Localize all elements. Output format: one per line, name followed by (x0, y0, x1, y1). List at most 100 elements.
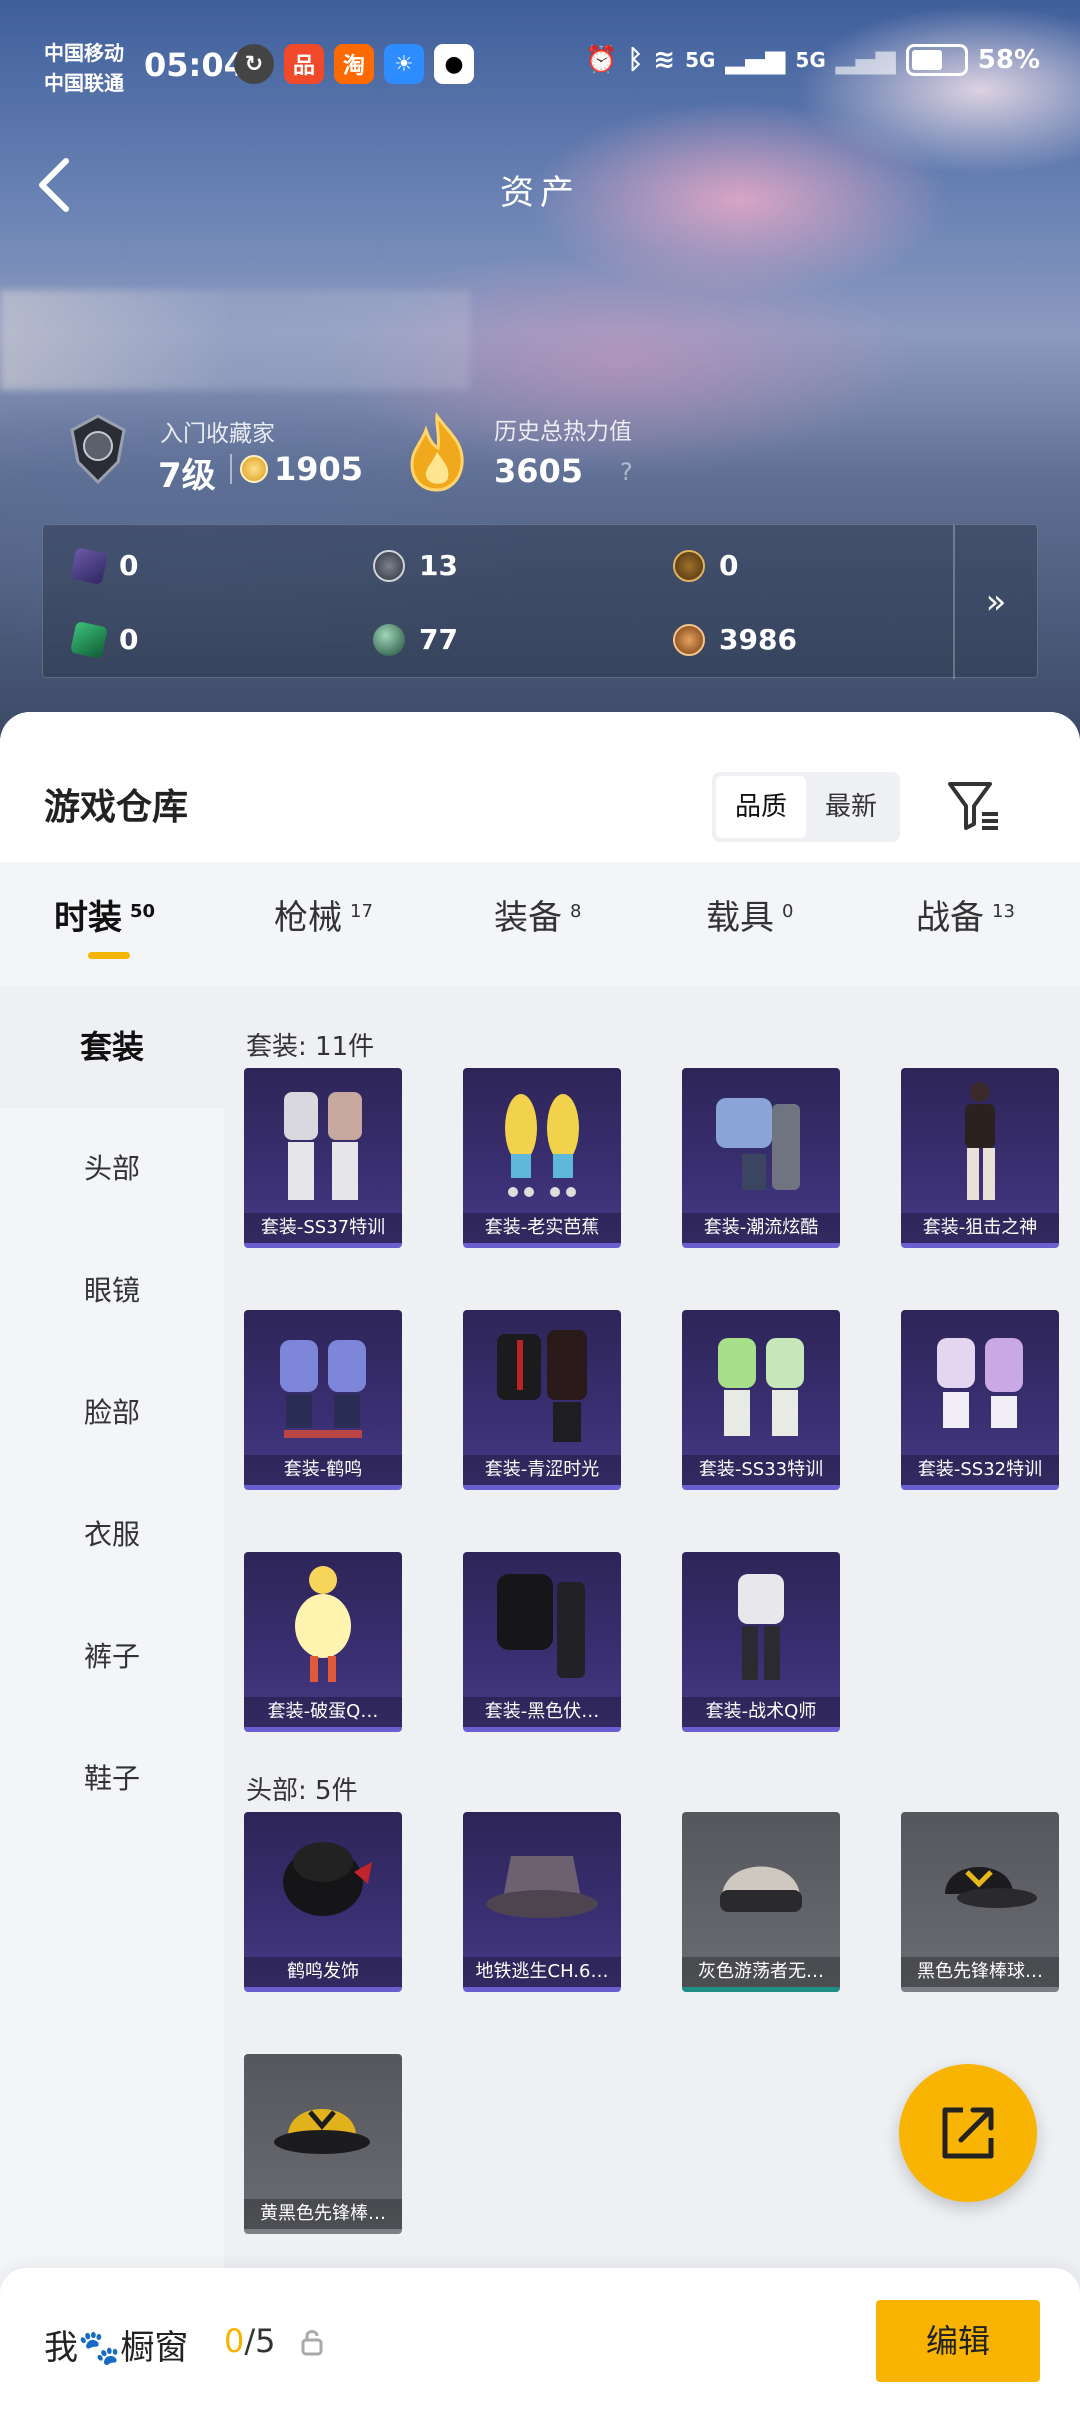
item-name: 灰色游荡者无… (682, 1957, 840, 1987)
rank-level: 7级 (158, 456, 216, 496)
sort-quality-button[interactable]: 品质 (716, 776, 806, 838)
item-card[interactable]: 套装-SS32特训 (901, 1310, 1059, 1490)
item-name: 套装-老实芭蕉 (463, 1213, 621, 1243)
baseball-cap-icon (945, 1867, 1037, 1908)
item-card[interactable]: 套装-狙击之神 (901, 1068, 1059, 1248)
battery-level: 58% (977, 45, 1040, 75)
sidebar-item-head[interactable]: 头部 (0, 1108, 224, 1230)
item-card[interactable]: 黑色先锋棒球… (901, 1812, 1059, 1992)
item-card[interactable]: 套装-老实芭蕉 (463, 1068, 621, 1248)
item-name: 鹤鸣发饰 (244, 1957, 402, 1987)
section-title-suits: 套装: 11件 (246, 1032, 375, 1062)
share-button[interactable] (899, 2064, 1037, 2202)
help-icon[interactable]: ? (620, 458, 633, 486)
bronze-coin-icon (673, 623, 705, 656)
outfit-icon (280, 1340, 366, 1438)
taobao-app-icon: 淘 (334, 44, 374, 84)
currency-value: 13 (419, 549, 458, 582)
outfit-icon (284, 1092, 362, 1200)
green-card-icon (70, 620, 108, 659)
sidebar-item-pants[interactable]: 裤子 (0, 1596, 224, 1718)
tab-count: 50 (130, 900, 156, 922)
item-card[interactable]: 黄黑色先锋棒… (244, 2054, 402, 2234)
signal-2-label: 5G (795, 48, 826, 72)
item-card[interactable]: 套装-青涩时光 (463, 1310, 621, 1490)
edit-button[interactable]: 编辑 (876, 2300, 1040, 2382)
category-tabs: 时装 50 枪械 17 装备 8 载具 0 战备 13 (0, 862, 1080, 986)
item-name: 套装-黑色伏… (463, 1697, 621, 1727)
status-right: ⏰ ᛒ ≋ 5G ▂▄▆ 5G ▂▄▆ 58% (585, 44, 1040, 76)
sidebar-item-face[interactable]: 脸部 (0, 1352, 224, 1474)
heat-label: 历史总热力值 (494, 419, 632, 445)
rank-label: 入门收藏家 (160, 421, 275, 447)
signal-1-label: 5G (685, 48, 716, 72)
signal-2-icon: ▂▄▆ (835, 45, 896, 75)
outfit-icon (937, 1338, 1023, 1428)
currency-value: 0 (119, 549, 139, 582)
coin-s-icon (373, 549, 405, 582)
status-bar: 中国移动 中国联通 05:04 ↻ 品 淘 ☀ ● ⏰ ᛒ ≋ 5G ▂▄▆ 5… (44, 34, 1040, 104)
item-card[interactable]: 地铁逃生CH.6… (463, 1812, 621, 1992)
tab-vehicles[interactable]: 载具 0 (706, 890, 793, 939)
wifi-icon: ≋ (653, 45, 676, 75)
item-card[interactable]: 套装-鹤鸣 (244, 1310, 402, 1490)
sidebar-item-glasses[interactable]: 眼镜 (0, 1230, 224, 1352)
tab-guns[interactable]: 枪械 17 (274, 890, 373, 939)
carrier-2: 中国联通 (44, 71, 124, 95)
tab-count: 8 (570, 900, 582, 922)
item-card[interactable]: 鹤鸣发饰 (244, 1812, 402, 1992)
showcase-count-current: 0 (224, 2322, 245, 2360)
sort-toggle: 品质 最新 (712, 772, 900, 842)
panel-more-button[interactable]: » (953, 525, 1037, 679)
filter-icon[interactable] (944, 774, 1004, 834)
clock: 05:04 (144, 46, 246, 84)
carrier-labels: 中国移动 中国联通 (44, 38, 124, 98)
hero-background: 中国移动 中国联通 05:04 ↻ 品 淘 ☀ ● ⏰ ᛒ ≋ 5G ▂▄▆ 5… (0, 0, 1080, 740)
item-card[interactable]: 套装-潮流炫酷 (682, 1068, 840, 1248)
sphere-icon (373, 623, 405, 656)
item-name: 套装-战术Q师 (682, 1697, 840, 1727)
flame-icon (410, 412, 464, 492)
currency-item: 0 (673, 549, 738, 582)
item-card[interactable]: 灰色游荡者无… (682, 1812, 840, 1992)
blurred-username (0, 290, 470, 390)
beanie-icon (720, 1866, 802, 1912)
showcase-count: 0/5 (224, 2322, 276, 2360)
badge-a-icon (673, 549, 705, 582)
sidebar-item-clothes[interactable]: 衣服 (0, 1474, 224, 1596)
divider (230, 454, 232, 484)
warehouse-title: 游戏仓库 (44, 787, 189, 828)
tab-gear[interactable]: 装备 8 (494, 890, 581, 939)
item-card[interactable]: 套装-黑色伏… (463, 1552, 621, 1732)
currency-value: 77 (419, 623, 458, 656)
collector-badge-icon (70, 414, 126, 485)
item-card[interactable]: 套装-破蛋Q… (244, 1552, 402, 1732)
signal-1-icon: ▂▄▆ (725, 45, 786, 75)
tab-label: 装备 (494, 898, 562, 938)
tab-supplies[interactable]: 战备 13 (916, 890, 1015, 939)
outfit-icon (716, 1098, 800, 1190)
currency-item: 0 (70, 620, 138, 659)
item-card[interactable]: 套装-SS33特训 (682, 1310, 840, 1490)
item-name: 套装-SS32特训 (901, 1455, 1059, 1485)
sort-newest-button[interactable]: 最新 (806, 776, 896, 838)
item-name: 地铁逃生CH.6… (463, 1957, 621, 1987)
outfit-icon (718, 1338, 804, 1436)
points-coin-icon (240, 455, 268, 483)
outfit-icon (738, 1574, 784, 1680)
showcase-label: 我🐾橱窗 (44, 2328, 189, 2368)
item-card[interactable]: 套装-战术Q师 (682, 1552, 840, 1732)
item-name: 套装-狙击之神 (901, 1213, 1059, 1243)
sidebar-item-suits[interactable]: 套装 (0, 986, 224, 1108)
battery-icon (905, 44, 968, 76)
subcategory-sidebar: 套装 头部 眼镜 脸部 衣服 裤子 鞋子 (0, 986, 224, 2412)
sidebar-item-shoes[interactable]: 鞋子 (0, 1718, 224, 1840)
outfit-icon (497, 1330, 587, 1442)
heat-value: 3605 (494, 452, 584, 490)
currency-item: 0 (70, 546, 139, 585)
item-card[interactable]: 套装-SS37特训 (244, 1068, 402, 1248)
double-chevron-right-icon: » (985, 582, 1007, 622)
tab-fashion[interactable]: 时装 50 (54, 890, 155, 939)
outfit-icon (505, 1094, 579, 1197)
qq-app-icon: ● (434, 44, 474, 84)
